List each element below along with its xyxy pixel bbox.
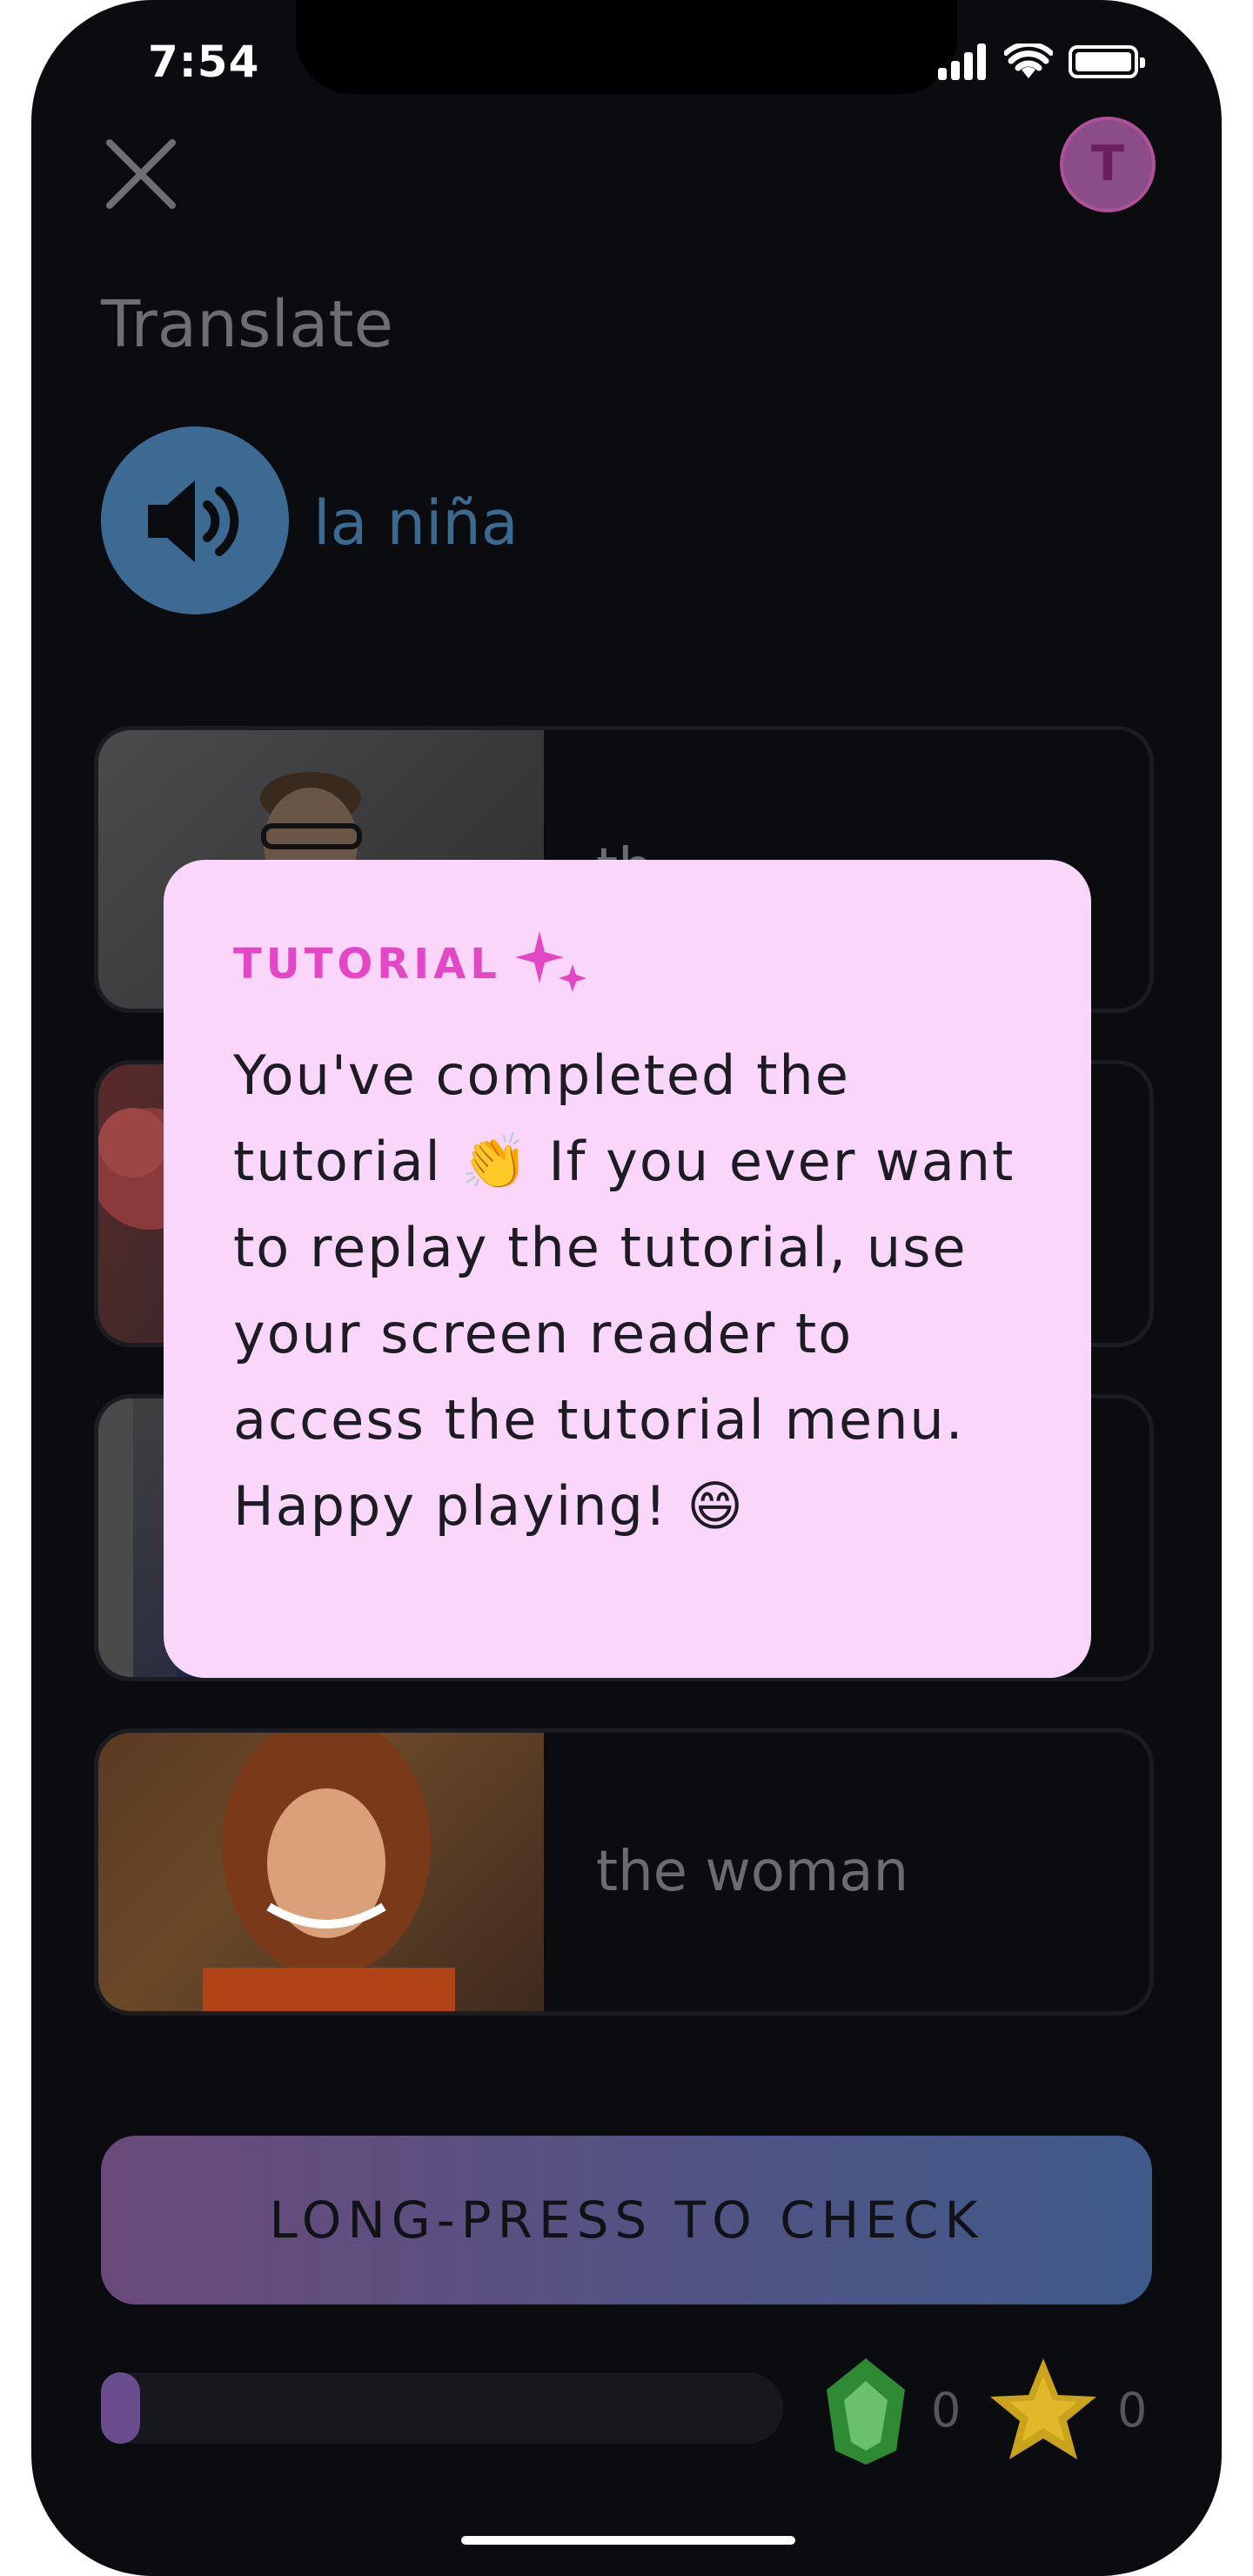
close-icon[interactable] (97, 131, 184, 218)
status-icons (938, 44, 1164, 87)
star-count: 0 (1117, 2383, 1148, 2438)
play-audio-button[interactable] (101, 426, 289, 614)
avatar[interactable]: T (1060, 117, 1156, 212)
home-indicator[interactable] (461, 2536, 795, 2545)
phone-screen: 7:54 T Translate la niña the woman TUTOR… (31, 0, 1222, 2576)
progress-bar (101, 2372, 783, 2444)
wifi-icon (1004, 44, 1053, 78)
star-icon (990, 2358, 1096, 2459)
battery-icon (1069, 45, 1145, 78)
tutorial-message: You've completed the tutorial 👏 If you e… (233, 1043, 1015, 1538)
speaker-icon (148, 480, 239, 562)
prompt-word: la niña (313, 487, 519, 559)
check-button[interactable]: LONG-PRESS TO CHECK (101, 2136, 1152, 2304)
status-time: 7:54 (148, 37, 260, 87)
answer-option[interactable]: the woman (94, 1728, 1154, 2016)
sparkle-icon (514, 931, 586, 992)
gem-count: 0 (931, 2383, 962, 2438)
device-notch (296, 0, 957, 94)
gem-icon (827, 2358, 905, 2465)
signal-icon (938, 44, 990, 80)
progress-fill (101, 2372, 141, 2444)
page-title: Translate (101, 287, 393, 362)
option-photo-woman (98, 1733, 544, 2011)
option-label: the woman (596, 1840, 908, 1904)
tutorial-tag-label: TUTORIAL (233, 940, 501, 989)
tutorial-popup[interactable]: TUTORIAL You've completed the tutorial 👏… (164, 860, 1091, 1678)
tutorial-heading: TUTORIAL (233, 929, 1022, 999)
